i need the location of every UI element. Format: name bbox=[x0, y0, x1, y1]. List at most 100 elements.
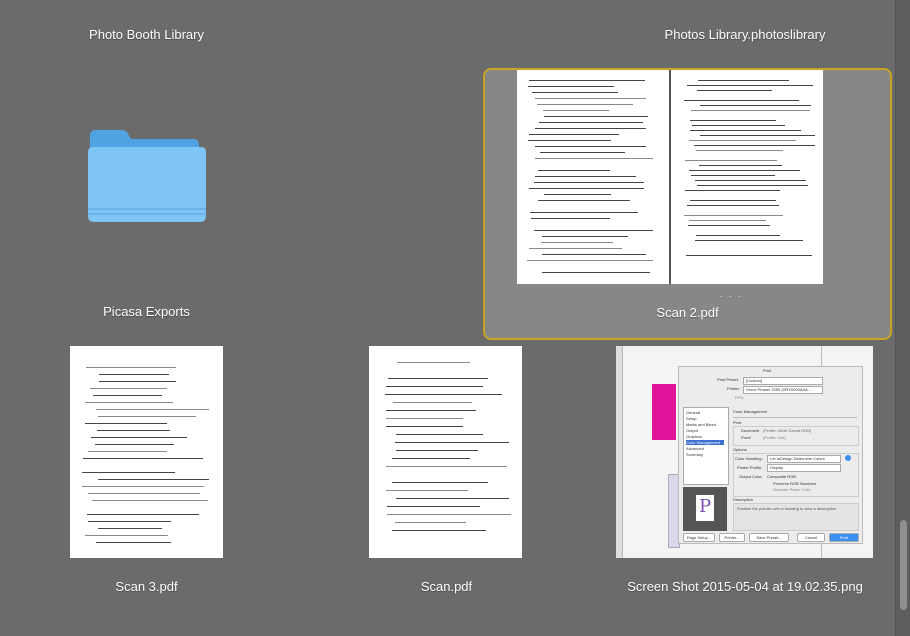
scan-text-line bbox=[395, 522, 466, 523]
scan-text-line bbox=[535, 176, 636, 177]
item-picasa-exports[interactable]: Picasa Exports bbox=[40, 110, 253, 330]
print-dialog-button[interactable]: Cancel bbox=[797, 533, 825, 542]
scan-text-line bbox=[98, 528, 162, 529]
scan-text-line bbox=[687, 85, 813, 86]
scan-text-line bbox=[535, 146, 646, 147]
scan-text-line bbox=[697, 90, 772, 91]
scan-text-line bbox=[684, 100, 799, 101]
scan-text-line bbox=[689, 170, 800, 171]
print-sidebar-item[interactable]: Color Management bbox=[686, 440, 724, 445]
vertical-scrollbar[interactable] bbox=[895, 0, 910, 636]
scan-text-line bbox=[541, 242, 613, 243]
scan-text-line bbox=[700, 105, 811, 106]
scan-text-line bbox=[96, 542, 171, 543]
scan-text-line bbox=[82, 486, 204, 487]
print-dialog-button[interactable]: Page Setup... bbox=[683, 533, 715, 542]
scan-text-line bbox=[529, 134, 619, 135]
scan-text-line bbox=[689, 140, 796, 141]
scan-text-line bbox=[392, 482, 488, 483]
png-thumbnail: Print Print Preset: [Custom] Printer: Xe… bbox=[616, 346, 873, 558]
scan-text-line bbox=[86, 367, 176, 368]
item-label: Scan.pdf bbox=[420, 579, 473, 594]
scan-text-line bbox=[85, 402, 173, 403]
print-sidebar-item[interactable]: Graphics bbox=[686, 434, 702, 439]
scan-text-line bbox=[688, 225, 770, 226]
scan-text-line bbox=[690, 130, 801, 131]
scan-text-line bbox=[396, 434, 483, 435]
scan-text-line bbox=[690, 200, 776, 201]
item-photos-library[interactable]: Photos Library.photoslibrary bbox=[630, 20, 860, 50]
scan-text-line bbox=[396, 498, 509, 499]
scan-text-line bbox=[96, 409, 209, 410]
print-sidebar-item[interactable]: Advanced bbox=[686, 446, 704, 451]
scan-text-line bbox=[535, 128, 646, 129]
scan-text-line bbox=[386, 426, 463, 427]
scan-text-line bbox=[687, 205, 779, 206]
scan-text-line bbox=[88, 451, 167, 452]
scan-text-line bbox=[695, 180, 806, 181]
scan-text-line bbox=[393, 402, 472, 403]
print-sidebar-item[interactable]: Output bbox=[686, 428, 698, 433]
print-sidebar-item[interactable]: Summary bbox=[686, 452, 703, 457]
item-scan-pdf[interactable]: Scan.pdf bbox=[340, 346, 553, 606]
scan-text-line bbox=[538, 200, 630, 201]
scan-text-line bbox=[542, 236, 628, 237]
item-scan-3-pdf[interactable]: Scan 3.pdf bbox=[40, 346, 253, 606]
scrollbar-knob[interactable] bbox=[900, 520, 907, 610]
item-screenshot-png[interactable]: Print Print Preset: [Custom] Printer: Xe… bbox=[600, 346, 890, 606]
scan-text-line bbox=[543, 110, 609, 111]
scan-text-line bbox=[535, 158, 653, 159]
item-label: Scan 3.pdf bbox=[115, 579, 178, 594]
pdf-thumbnail bbox=[517, 70, 823, 284]
item-label: Scan 2.pdf bbox=[656, 305, 719, 320]
scan-text-line bbox=[396, 450, 478, 451]
scan-text-line bbox=[529, 248, 622, 249]
scan-text-line bbox=[88, 521, 171, 522]
scan-text-line bbox=[85, 535, 168, 536]
item-photo-booth-library[interactable]: Photo Booth Library bbox=[40, 20, 253, 50]
scan-text-line bbox=[691, 175, 775, 176]
print-dialog-button[interactable]: Print bbox=[829, 533, 859, 542]
scan-text-line bbox=[386, 466, 507, 467]
scan-text-line bbox=[695, 240, 803, 241]
print-sidebar-item[interactable]: Marks and Bleed bbox=[686, 422, 716, 427]
scan-text-line bbox=[544, 194, 611, 195]
item-scan-2-pdf[interactable]: . . . Scan 2.pdf bbox=[483, 68, 892, 340]
scan-text-line bbox=[700, 135, 815, 136]
scan-text-line bbox=[690, 120, 776, 121]
scan-text-line bbox=[392, 458, 470, 459]
scan-text-line bbox=[699, 165, 782, 166]
scan-text-line bbox=[87, 514, 199, 515]
scan-text-line bbox=[527, 260, 653, 261]
scan-text-line bbox=[691, 110, 810, 111]
scan-text-line bbox=[99, 374, 169, 375]
print-sidebar-item[interactable]: Setup bbox=[686, 416, 696, 421]
scan-text-line bbox=[529, 188, 644, 189]
scan-text-line bbox=[698, 80, 789, 81]
finder-icon-grid: Photo Booth Library Photos Library.photo… bbox=[0, 0, 896, 636]
scan-text-line bbox=[92, 500, 208, 501]
scan-text-line bbox=[696, 235, 780, 236]
scan-text-line bbox=[528, 140, 611, 141]
scan-text-line bbox=[692, 125, 785, 126]
print-dialog: Print Print Preset: [Custom] Printer: Xe… bbox=[678, 366, 863, 544]
scan-text-line bbox=[686, 255, 812, 256]
scan-text-line bbox=[529, 80, 645, 81]
print-sidebar-item[interactable]: General bbox=[686, 410, 700, 415]
scan-text-line bbox=[542, 254, 646, 255]
scan-text-line bbox=[685, 160, 777, 161]
scan-text-line bbox=[99, 381, 176, 382]
scan-text-line bbox=[689, 220, 766, 221]
scan-text-line bbox=[542, 272, 650, 273]
scan-text-line bbox=[534, 230, 653, 231]
scan-text-line bbox=[694, 145, 815, 146]
scan-text-line bbox=[85, 423, 167, 424]
print-dialog-button[interactable]: Printer... bbox=[719, 533, 745, 542]
item-label: Screen Shot 2015-05-04 at 19.02.35.png bbox=[627, 579, 863, 594]
folder-icon bbox=[88, 130, 206, 222]
scan-text-line bbox=[91, 437, 187, 438]
print-dialog-button[interactable]: Save Preset... bbox=[749, 533, 789, 542]
scan-text-line bbox=[88, 493, 200, 494]
scan-text-line bbox=[532, 92, 618, 93]
print-sidebar: General Setup Marks and Bleed Output Graphic… bbox=[683, 407, 729, 485]
